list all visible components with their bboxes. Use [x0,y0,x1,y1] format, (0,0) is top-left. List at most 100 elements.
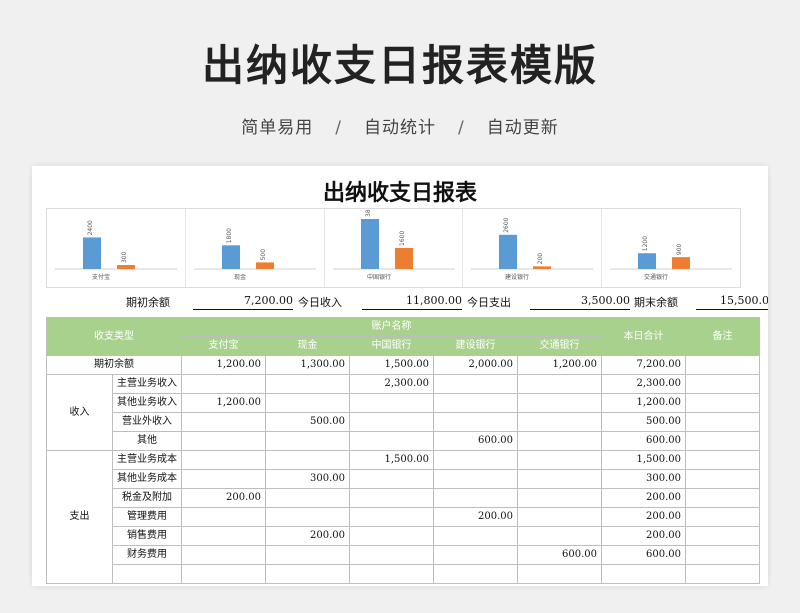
table-cell[interactable] [181,564,266,584]
table-cell[interactable] [265,374,350,394]
row-total[interactable]: 2,300.00 [601,374,686,394]
table-cell[interactable]: 1,500.00 [349,450,434,470]
table-cell[interactable] [517,564,602,584]
table-cell[interactable]: 600.00 [433,431,518,451]
row-total[interactable] [601,564,686,584]
table-cell[interactable] [265,488,350,508]
table-cell[interactable] [517,431,602,451]
table-cell[interactable] [433,545,518,565]
note-cell[interactable] [685,545,760,565]
table-cell[interactable] [349,507,434,527]
table-cell[interactable] [517,412,602,432]
table-cell[interactable] [433,469,518,489]
chart-data-label: 1600 [399,230,406,245]
table-cell[interactable] [181,374,266,394]
table-cell[interactable]: 200.00 [433,507,518,527]
row-total[interactable]: 600.00 [601,431,686,451]
table-cell[interactable] [433,374,518,394]
table-cell[interactable] [265,393,350,413]
opening-balance-label: 期初余额 [126,296,170,309]
today-income-value: 11,800.00 [362,294,462,310]
table-cell[interactable] [517,507,602,527]
row-total[interactable]: 500.00 [601,412,686,432]
table-cell[interactable] [433,412,518,432]
table-cell[interactable] [433,488,518,508]
table-cell[interactable] [181,526,266,546]
table-cell[interactable]: 1,300.00 [265,355,350,375]
row-total[interactable]: 600.00 [601,545,686,565]
row-total[interactable]: 7,200.00 [601,355,686,375]
table-cell[interactable]: 600.00 [517,545,602,565]
table-cell[interactable] [181,412,266,432]
table-cell[interactable] [349,412,434,432]
account-bar-charts: 2400 300 支付宝 1800 500 现金 3800 1600 中国银行 2600 200 建设… [46,208,741,288]
ledger-table-wrap: 收支类型 账户名称 本日合计 备注 支付宝 现金 中国银行 建设银行 交通银行 … [46,317,760,584]
table-row: 支出 主营业务成本 1,500.00 1,500.00 [46,450,760,584]
table-cell[interactable] [349,488,434,508]
table-cell[interactable] [517,393,602,413]
table-cell[interactable]: 1,200.00 [181,393,266,413]
table-cell[interactable] [349,431,434,451]
table-cell[interactable]: 1,200.00 [181,355,266,375]
note-cell[interactable] [685,564,760,584]
table-cell[interactable] [517,526,602,546]
table-cell[interactable] [265,431,350,451]
table-cell[interactable]: 1,500.00 [349,355,434,375]
table-cell[interactable] [349,564,434,584]
table-cell[interactable] [265,507,350,527]
table-cell[interactable]: 2,000.00 [433,355,518,375]
table-cell[interactable] [349,545,434,565]
table-cell[interactable]: 500.00 [265,412,350,432]
table-cell[interactable] [181,545,266,565]
table-cell[interactable]: 200.00 [181,488,266,508]
table-cell[interactable] [265,564,350,584]
table-cell[interactable] [265,450,350,470]
table-cell[interactable] [349,393,434,413]
table-cell[interactable]: 200.00 [265,526,350,546]
note-cell[interactable] [685,488,760,508]
table-cell[interactable]: 300.00 [265,469,350,489]
note-cell[interactable] [685,507,760,527]
note-cell[interactable] [685,355,760,375]
table-cell[interactable] [517,488,602,508]
summary-bar: 期初余额 7,200.00 今日收入 11,800.00 今日支出 3,500.… [46,290,768,312]
chart-bar [499,234,518,269]
today-income-label: 今日收入 [298,296,342,309]
row-total[interactable]: 200.00 [601,507,686,527]
note-cell[interactable] [685,450,760,470]
header-account: 交通银行 [517,336,602,356]
note-cell[interactable] [685,393,760,413]
table-cell[interactable]: 1,200.00 [517,355,602,375]
note-cell[interactable] [685,431,760,451]
chart-panel: 3800 1600 中国银行 [325,209,464,287]
row-total[interactable]: 1,200.00 [601,393,686,413]
chart-category-label: 建设银行 [505,273,529,281]
table-cell[interactable] [517,469,602,489]
note-cell[interactable] [685,374,760,394]
header-account: 中国银行 [349,336,434,356]
row-total[interactable]: 200.00 [601,488,686,508]
chart-bar [221,245,240,269]
table-cell[interactable] [517,450,602,470]
row-total[interactable]: 200.00 [601,526,686,546]
chart-bar [533,266,552,269]
table-cell[interactable] [433,526,518,546]
table-cell[interactable] [349,469,434,489]
table-cell[interactable] [181,431,266,451]
note-cell[interactable] [685,412,760,432]
table-cell[interactable] [265,545,350,565]
table-cell[interactable] [181,450,266,470]
table-cell[interactable]: 2,300.00 [349,374,434,394]
table-cell[interactable] [181,469,266,489]
table-cell[interactable] [517,374,602,394]
note-cell[interactable] [685,526,760,546]
table-cell[interactable] [433,564,518,584]
row-total[interactable]: 1,500.00 [601,450,686,470]
note-cell[interactable] [685,469,760,489]
table-row: 营业外收入 500.00 500.00 [47,412,760,432]
table-cell[interactable] [181,507,266,527]
row-total[interactable]: 300.00 [601,469,686,489]
table-cell[interactable] [433,393,518,413]
table-cell[interactable] [349,526,434,546]
table-cell[interactable] [433,450,518,470]
